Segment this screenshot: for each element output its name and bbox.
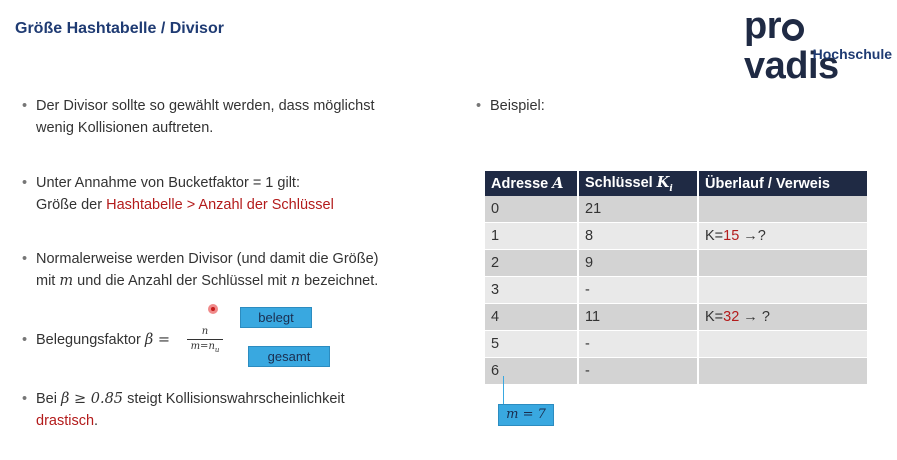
cell-schluessel: - bbox=[578, 276, 699, 304]
table-row: 0 21 bbox=[485, 196, 869, 223]
cell-adresse: 0 bbox=[485, 196, 579, 223]
cell-ueberlauf: K=32 → ? bbox=[698, 303, 869, 331]
cell-schluessel: 8 bbox=[578, 222, 699, 250]
provadis-logo: prvadis Hochschule bbox=[744, 6, 894, 86]
cell-ueberlauf bbox=[698, 276, 869, 304]
bullet-divisor: Der Divisor sollte so gewählt werden, da… bbox=[22, 95, 375, 139]
callout-m7: m = 7 bbox=[498, 404, 554, 426]
bullet-kollision: Bei β ≥ 0.85 steigt Kollisionswahrschein… bbox=[22, 388, 345, 432]
cell-schluessel: 21 bbox=[578, 196, 699, 223]
table-row: 3- bbox=[485, 276, 869, 304]
ueberlauf-post: → ? bbox=[739, 309, 770, 325]
callout-gesamt: gesamt bbox=[248, 346, 330, 367]
cell-adresse: 2 bbox=[485, 249, 579, 277]
cell-adresse: 5 bbox=[485, 330, 579, 358]
header-schluessel: Schlüssel Ki bbox=[578, 171, 699, 196]
table-row: 6- bbox=[485, 357, 869, 385]
table-row: 29 bbox=[485, 249, 869, 277]
table-row: 1 8 K=15 →? bbox=[485, 222, 869, 250]
table-row: 5- bbox=[485, 330, 869, 358]
cell-schluessel: - bbox=[578, 357, 699, 385]
cell-adresse: 1 bbox=[485, 222, 579, 250]
bullet-beispiel: Beispiel: bbox=[476, 95, 545, 117]
ueberlauf-post: →? bbox=[739, 228, 766, 244]
ueberlauf-pre: K= bbox=[705, 228, 724, 244]
logo-spiral-icon bbox=[782, 19, 804, 41]
cell-ueberlauf bbox=[698, 249, 869, 277]
bullet-notation: Normalerweise werden Divisor (und damit … bbox=[22, 248, 379, 292]
cell-schluessel: 9 bbox=[578, 249, 699, 277]
callout-arrow bbox=[503, 376, 504, 404]
bullet-bucketfaktor: Unter Annahme von Bucketfaktor = 1 gilt:… bbox=[22, 172, 334, 216]
ueberlauf-pre: K= bbox=[705, 309, 724, 325]
header-ueberlauf: Überlauf / Verweis bbox=[698, 171, 869, 196]
callout-belegt: belegt bbox=[240, 307, 312, 328]
cell-schluessel: 11 bbox=[578, 303, 699, 331]
header-adresse: Adresse A bbox=[485, 171, 579, 196]
cell-ueberlauf: K=15 →? bbox=[698, 222, 869, 250]
cell-ueberlauf bbox=[698, 196, 869, 223]
belegungsfaktor-fraction: n m=nu bbox=[187, 326, 223, 356]
cell-ueberlauf bbox=[698, 357, 869, 385]
slide-title: Größe Hashtabelle / Divisor bbox=[15, 20, 224, 37]
cell-schluessel: - bbox=[578, 330, 699, 358]
cell-adresse: 4 bbox=[485, 303, 579, 331]
logo-subtitle: Hochschule bbox=[812, 46, 892, 62]
cell-adresse: 6 bbox=[485, 357, 579, 385]
pointer-dot-icon bbox=[208, 304, 218, 314]
ueberlauf-red: 15 bbox=[723, 228, 740, 244]
cell-ueberlauf bbox=[698, 330, 869, 358]
table-header-row: Adresse A Schlüssel Ki Überlauf / Verwei… bbox=[485, 171, 869, 196]
ueberlauf-red: 32 bbox=[723, 309, 740, 325]
hash-table: Adresse A Schlüssel Ki Überlauf / Verwei… bbox=[485, 171, 869, 385]
bullet-belegungsfaktor: Belegungsfaktor β = bbox=[22, 329, 170, 351]
table-row: 4 11 K=32 → ? bbox=[485, 303, 869, 331]
cell-adresse: 3 bbox=[485, 276, 579, 304]
